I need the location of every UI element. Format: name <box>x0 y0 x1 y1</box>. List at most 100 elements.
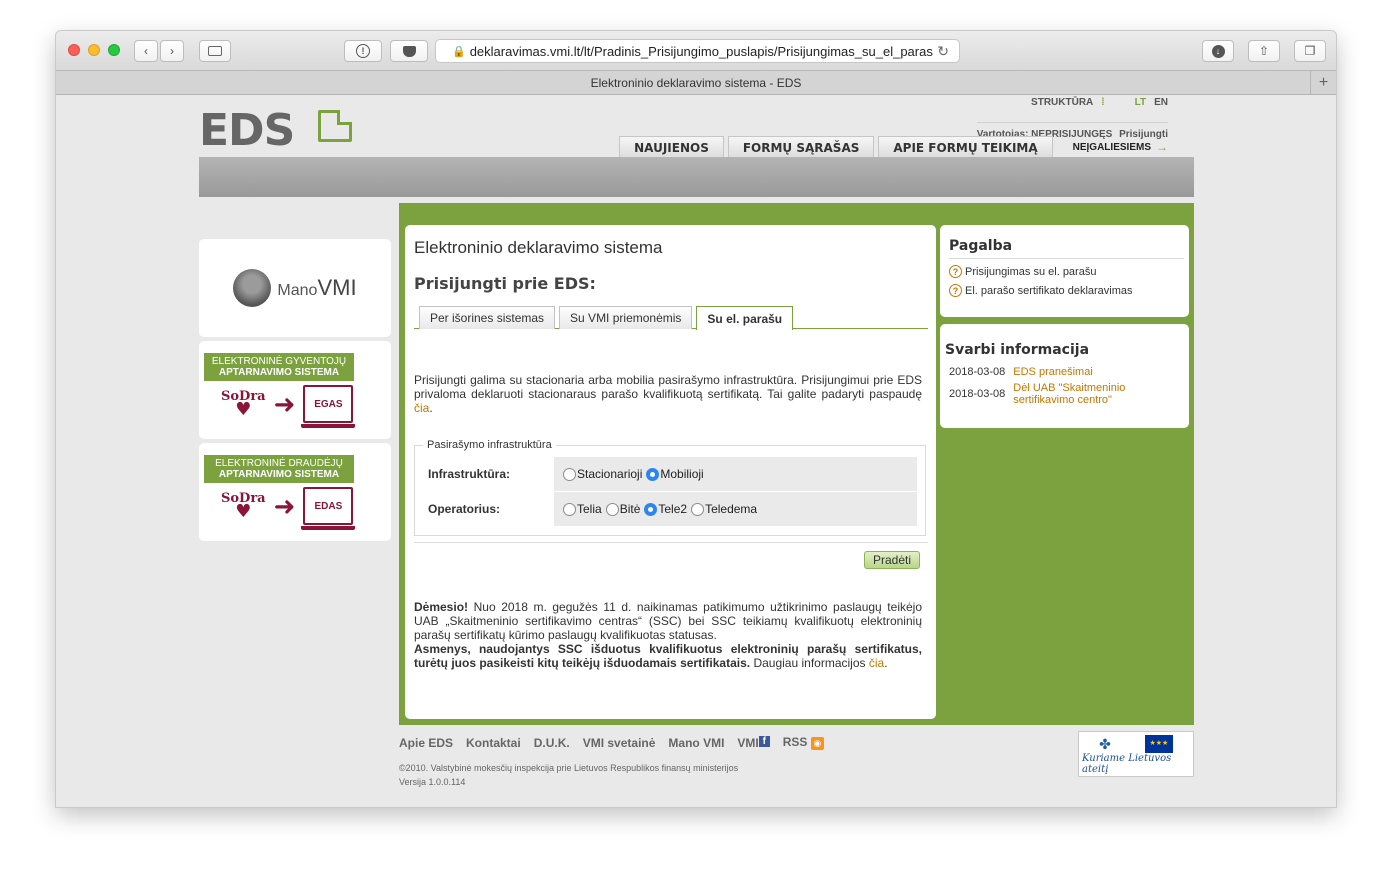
help-link-cert-declare-label: El. parašo sertifikato deklaravimas <box>965 284 1133 297</box>
document-logo-icon <box>318 110 352 142</box>
structure-link[interactable]: STRUKTŪRA <box>1031 97 1093 108</box>
manovmi-link[interactable]: ManoVMI <box>199 239 391 337</box>
url-text: deklaravimas.vmi.lt/lt/Pradinis_Prisijun… <box>469 43 933 59</box>
radio-button[interactable] <box>691 502 705 516</box>
help-link-esign-login[interactable]: ? Prisijungimas su el. parašu <box>949 265 1184 278</box>
nav-tab-news[interactable]: NAUJIENOS <box>619 136 724 158</box>
question-icon: ? <box>949 265 962 278</box>
table-row: 2018-03-08 EDS pranešimai <box>945 364 1184 380</box>
footer-link-vmi-site[interactable]: VMI svetainė <box>583 736 656 750</box>
share-icon: ⇧ <box>1258 44 1270 58</box>
zoom-window-button[interactable] <box>108 44 120 56</box>
tab-e-signature[interactable]: Su el. parašu <box>696 306 794 330</box>
help-link-cert-declare[interactable]: ? El. parašo sertifikato deklaravimas <box>949 284 1184 297</box>
radio-button-selected[interactable] <box>646 467 660 481</box>
page-title: Elektroninio deklaravimo sistema <box>414 238 663 257</box>
radio-mobile-label: Mobilioji <box>660 467 704 481</box>
egas-line1: ELEKTRONINĖ GYVENTOJŲ <box>211 356 347 367</box>
edas-promo-link[interactable]: ELEKTRONINĖ DRAUDĖJŲ APTARNAVIMO SISTEMA… <box>199 443 391 541</box>
sodra-heart-icon: ♥ <box>235 500 252 522</box>
egas-screen-text: EGAS <box>314 398 343 410</box>
info-date: 2018-03-08 <box>949 388 1006 400</box>
important-info-panel: Svarbi informacija 2018-03-08 EDS praneš… <box>940 324 1189 428</box>
edas-line2: APTARNAVIMO SISTEMA <box>218 469 340 480</box>
info-table: 2018-03-08 EDS pranešimai 2018-03-08 Dėl… <box>945 364 1184 408</box>
nav-accessibility-link[interactable]: NEĮGALIESIEMS → <box>1057 136 1176 158</box>
nav-tab-about-forms[interactable]: APIE FORMŲ TEIKIMĄ <box>878 136 1053 158</box>
laptop-icon: EGAS <box>301 385 356 428</box>
radio-teledema[interactable]: Teledema <box>691 502 757 516</box>
arrow-right-icon: ➜ <box>273 388 296 419</box>
radio-telia[interactable]: Telia <box>563 502 602 516</box>
attention-notice: Dėmesio! Nuo 2018 m. gegužės 11 d. naiki… <box>414 600 927 670</box>
radio-bite[interactable]: Bitė <box>605 502 640 516</box>
eds-logo[interactable]: EDS <box>199 105 295 156</box>
attention-end: . <box>884 656 888 670</box>
infrastructure-options: Stacionarioji Mobilioji <box>554 457 917 491</box>
footer-link-about[interactable]: Apie EDS <box>399 736 453 750</box>
new-tab-button[interactable]: + <box>1310 71 1336 94</box>
arrow-right-icon: ➜ <box>273 490 296 521</box>
radio-button[interactable] <box>605 502 619 516</box>
address-bar[interactable]: 🔒 deklaravimas.vmi.lt/lt/Pradinis_Prisij… <box>435 39 960 63</box>
laptop-icon: EDAS <box>301 487 356 530</box>
info-link[interactable]: EDS pranešimai <box>1009 364 1184 380</box>
question-icon: ? <box>949 284 962 297</box>
plus-icon: + <box>1318 73 1329 91</box>
tabs-overview-button[interactable]: ❐ <box>1294 40 1326 62</box>
back-button[interactable]: ‹ <box>134 40 158 62</box>
downloads-button[interactable]: ↓ <box>1202 40 1234 62</box>
download-icon: ↓ <box>1211 44 1225 58</box>
nav-tab-forms[interactable]: FORMŲ SĄRAŠAS <box>727 136 875 158</box>
intro-body: Prisijungti galima su stacionaria arba m… <box>414 373 922 401</box>
footer-link-vmi-facebook[interactable]: VMI f <box>737 735 770 750</box>
info-link[interactable]: Dėl UAB "Skaitmeninio sertifikavimo cent… <box>1009 380 1184 408</box>
tab-external-systems[interactable]: Per išorines sistemas <box>419 306 556 329</box>
reader-button[interactable]: ! <box>344 40 382 62</box>
lang-en-link[interactable]: EN <box>1154 97 1168 108</box>
more-info-link[interactable]: čia <box>869 656 884 670</box>
footer-link-contacts[interactable]: Kontaktai <box>466 736 521 750</box>
sidebar-button[interactable] <box>199 40 231 62</box>
info-circle-icon: ! <box>356 44 370 58</box>
browser-toolbar: ‹ › ! 🔒 deklaravimas.vmi.lt/lt/Pradinis_… <box>56 31 1336 71</box>
web-page: EDS STRUKTŪRA ⁞ LT EN Vartotojas: NEPRIS… <box>56 95 1336 807</box>
radio-stationary[interactable]: Stacionarioji <box>563 467 642 481</box>
sidebar-icon <box>208 46 222 56</box>
footer-link-manovmi[interactable]: Mano VMI <box>668 736 724 750</box>
user-avatar-icon <box>233 269 272 307</box>
pocket-button[interactable] <box>390 40 428 62</box>
close-window-button[interactable] <box>68 44 80 56</box>
radio-button-selected[interactable] <box>644 502 658 516</box>
header-banner <box>199 157 1194 197</box>
radio-button[interactable] <box>563 502 576 516</box>
declare-cert-link[interactable]: čia <box>414 401 429 415</box>
egas-promo-link[interactable]: ELEKTRONINĖ GYVENTOJŲ APTARNAVIMO SISTEM… <box>199 341 391 439</box>
share-button[interactable]: ⇧ <box>1248 40 1280 62</box>
footer-copyright: ©2010. Valstybinė mokesčių inspekcija pr… <box>399 761 1194 789</box>
ministry-emblem-icon: ✤ <box>1099 735 1111 752</box>
forward-button[interactable]: › <box>160 40 184 62</box>
footer-link-faq[interactable]: D.U.K. <box>534 736 570 750</box>
minimize-window-button[interactable] <box>88 44 100 56</box>
radio-tele2[interactable]: Tele2 <box>644 502 687 516</box>
facebook-icon: f <box>758 735 770 747</box>
lang-lt-link[interactable]: LT <box>1135 97 1146 108</box>
action-row: Pradėti <box>414 542 928 576</box>
radio-button[interactable] <box>563 467 576 481</box>
infrastructure-row: Infrastruktūra: Stacionarioji Mobilioji <box>423 457 917 491</box>
sodra-logo: SoDra ♥ <box>221 390 266 420</box>
reload-icon[interactable]: ↻ <box>937 43 949 60</box>
tab-title[interactable]: Elektroninio deklaravimo sistema - EDS <box>591 76 802 90</box>
radio-teledema-label: Teledema <box>705 502 758 516</box>
eu-funds-logo[interactable]: ✤ ★★★ Kuriame Lietuvos ateitį <box>1078 731 1194 777</box>
start-button[interactable]: Pradėti <box>863 550 920 569</box>
help-link-esign-login-label: Prisijungimas su el. parašu <box>965 265 1097 278</box>
sodra-heart-icon: ♥ <box>235 398 252 420</box>
radio-mobile[interactable]: Mobilioji <box>646 467 704 481</box>
tab-vmi-tools[interactable]: Su VMI priemonėmis <box>559 306 693 329</box>
top-utility-bar: STRUKTŪRA ⁞ LT EN Vartotojas: NEPRISIJUN… <box>976 97 1168 140</box>
pocket-icon <box>402 45 416 57</box>
arrow-right-icon: → <box>1156 140 1168 154</box>
footer-link-rss[interactable]: RSS ◉ <box>783 735 824 750</box>
